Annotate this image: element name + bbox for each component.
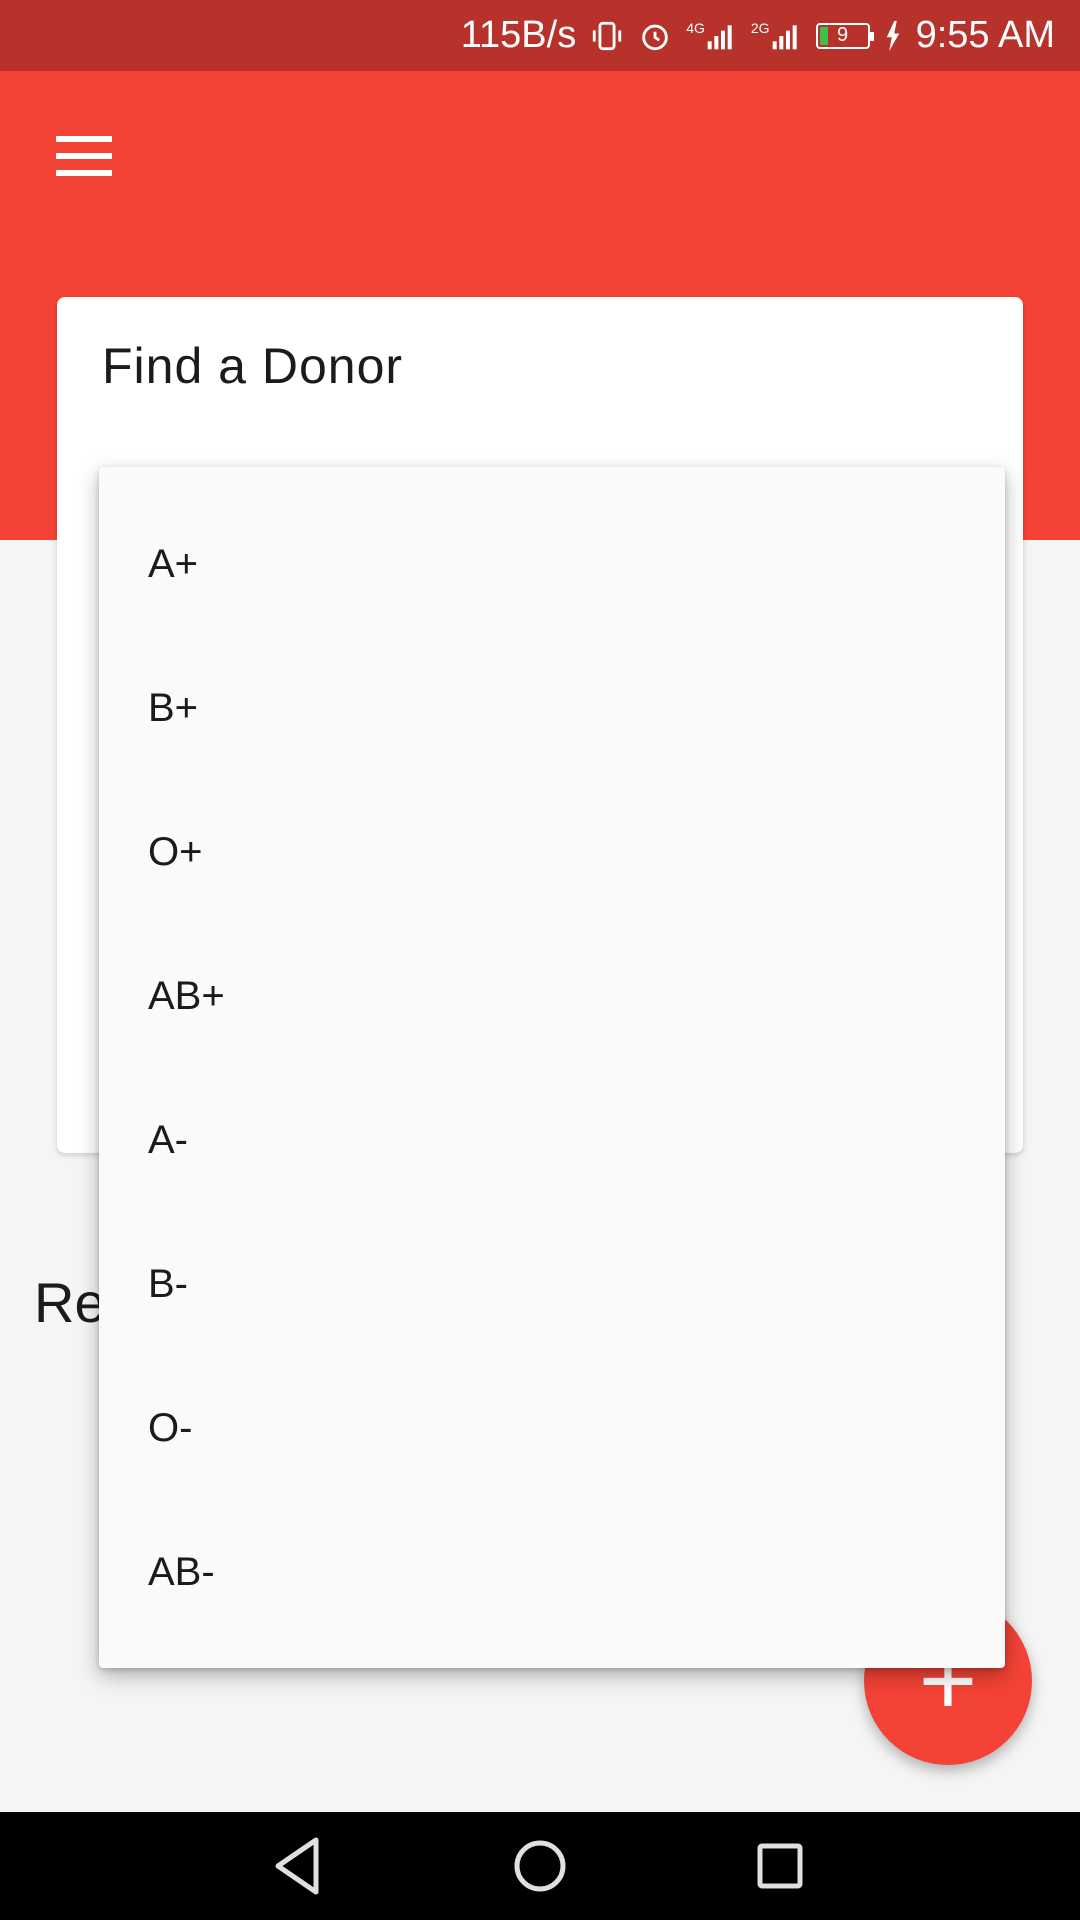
battery-icon: 9	[815, 22, 874, 49]
status-time: 9:55 AM	[915, 14, 1055, 56]
recents-icon[interactable]	[746, 1832, 814, 1900]
menu-icon[interactable]	[56, 136, 112, 176]
signal-4g-icon: 4G	[686, 20, 737, 52]
net-speed: 115B/s	[460, 14, 577, 56]
dropdown-option-a-negative[interactable]: A-	[99, 1068, 1005, 1212]
dropdown-option-b-positive[interactable]: B+	[99, 636, 1005, 780]
alarm-icon	[638, 19, 672, 53]
dropdown-option-b-negative[interactable]: B-	[99, 1212, 1005, 1356]
back-icon[interactable]	[266, 1832, 334, 1900]
blood-group-dropdown: A+ B+ O+ AB+ A- B- O- AB-	[99, 467, 1005, 1668]
home-icon[interactable]	[506, 1832, 574, 1900]
signal-2g-icon: 2G	[751, 20, 802, 52]
dropdown-option-o-negative[interactable]: O-	[99, 1356, 1005, 1500]
signal-2g-label: 2G	[750, 19, 770, 36]
status-bar: 115B/s 4G 2G 9 9:55 AM	[0, 0, 1080, 71]
charging-icon	[884, 20, 902, 51]
dropdown-option-a-positive[interactable]: A+	[99, 492, 1005, 636]
navigation-bar	[0, 1812, 1080, 1920]
dropdown-option-o-positive[interactable]: O+	[99, 780, 1005, 924]
vibrate-icon	[590, 19, 624, 53]
recent-section-label: Re	[34, 1271, 106, 1334]
battery-level: 9	[837, 24, 849, 46]
dropdown-option-ab-negative[interactable]: AB-	[99, 1500, 1005, 1644]
dropdown-option-ab-positive[interactable]: AB+	[99, 924, 1005, 1068]
card-title: Find a Donor	[102, 338, 404, 394]
signal-4g-label: 4G	[686, 19, 705, 36]
